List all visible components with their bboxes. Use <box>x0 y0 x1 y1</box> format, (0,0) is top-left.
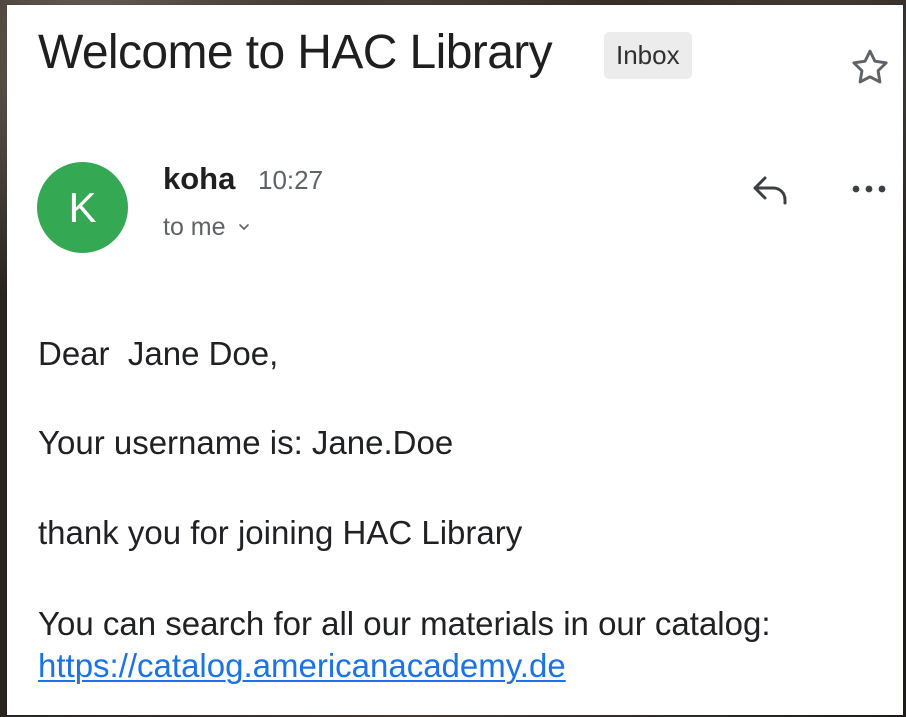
chevron-down-icon <box>238 224 249 230</box>
username-line: Your username is: Jane.Doe <box>38 424 454 461</box>
email-subject: Welcome to HAC Library <box>38 26 553 79</box>
catalog-line: You can search for all our materials in … <box>38 605 771 642</box>
photo-background-frame: Welcome to HAC Library Inbox K koha 10:2… <box>0 0 906 717</box>
recipient-label: to me <box>163 213 226 241</box>
reply-button[interactable] <box>743 165 799 213</box>
star-outline-icon <box>852 49 888 84</box>
recipient-toggle[interactable]: to me <box>163 212 252 242</box>
reply-icon <box>753 176 787 205</box>
more-options-button[interactable] <box>847 169 891 209</box>
star-button[interactable] <box>845 43 895 93</box>
message-time: 10:27 <box>258 165 324 195</box>
inbox-label-chip[interactable]: Inbox <box>604 32 692 79</box>
sender-name[interactable]: koha <box>163 161 235 197</box>
email-detail-screen: Welcome to HAC Library Inbox K koha 10:2… <box>7 5 903 715</box>
thanks-line: thank you for joining HAC Library <box>38 514 523 551</box>
email-greeting: Dear Jane Doe, <box>38 335 279 372</box>
catalog-link[interactable]: https://catalog.americanacademy.de <box>38 646 566 686</box>
sender-avatar[interactable]: K <box>37 162 128 253</box>
more-horizontal-icon <box>852 185 886 193</box>
